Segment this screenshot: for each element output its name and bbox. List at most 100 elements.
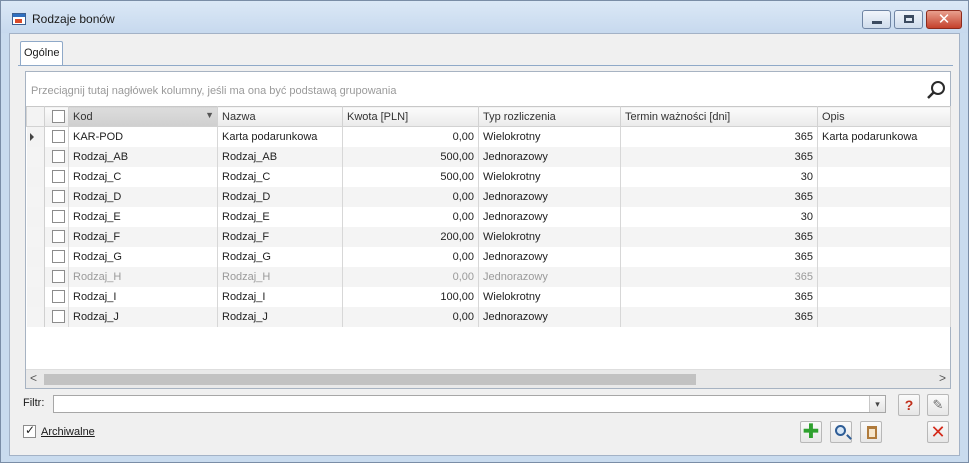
table-row-archived[interactable]: Rodzaj_H Rodzaj_H 0,00 Jednorazowy 365 [26, 266, 951, 287]
row-checkbox[interactable] [44, 226, 69, 247]
cell-opis [817, 306, 951, 327]
filter-label: Filtr: [23, 397, 45, 409]
table-row[interactable]: Rodzaj_D Rodzaj_D 0,00 Jednorazowy 365 [26, 186, 951, 207]
cell-termin: 365 [620, 286, 818, 307]
table-row[interactable]: KAR-POD Karta podarunkowa 0,00 Wielokrot… [26, 126, 951, 147]
cell-typ: Jednorazowy [478, 246, 621, 267]
search-icon[interactable] [926, 80, 946, 100]
close-icon: ✕ [937, 11, 951, 28]
cell-typ: Jednorazowy [478, 186, 621, 207]
table-row[interactable]: Rodzaj_C Rodzaj_C 500,00 Wielokrotny 30 [26, 166, 951, 187]
close-window-button[interactable]: ✕ [926, 10, 962, 29]
cell-opis [817, 246, 951, 267]
cell-kwota: 0,00 [342, 266, 479, 287]
cancel-button[interactable]: ✕ [927, 421, 949, 443]
row-checkbox[interactable] [44, 126, 69, 147]
row-checkbox[interactable] [44, 166, 69, 187]
row-checkbox[interactable] [44, 146, 69, 167]
cell-opis [817, 226, 951, 247]
table-row[interactable]: Rodzaj_J Rodzaj_J 0,00 Jednorazowy 365 [26, 306, 951, 327]
cell-termin: 365 [620, 186, 818, 207]
cell-nazwa: Rodzaj_H [217, 266, 343, 287]
column-header-opis[interactable]: Opis [817, 106, 951, 127]
trash-icon [867, 426, 877, 439]
window-title: Rodzaje bonów [32, 12, 115, 26]
row-pointer-icon [29, 132, 34, 141]
cell-termin: 30 [620, 166, 818, 187]
column-header-kwota[interactable]: Kwota [PLN] [342, 106, 479, 127]
row-checkbox[interactable] [44, 266, 69, 287]
cell-typ: Jednorazowy [478, 306, 621, 327]
archiwalne-checkbox[interactable]: ✓ Archiwalne [23, 423, 95, 438]
horizontal-scrollbar[interactable]: < > [26, 369, 950, 388]
cell-kod: KAR-POD [68, 126, 218, 147]
cell-nazwa: Rodzaj_G [217, 246, 343, 267]
select-all-checkbox[interactable] [44, 106, 69, 127]
table-row[interactable]: Rodzaj_F Rodzaj_F 200,00 Wielokrotny 365 [26, 226, 951, 247]
column-header-kod[interactable]: Kod ▼ [68, 106, 218, 127]
cell-typ: Wielokrotny [478, 286, 621, 307]
delete-button[interactable] [860, 421, 882, 443]
cell-kwota: 0,00 [342, 186, 479, 207]
cell-termin: 365 [620, 306, 818, 327]
row-checkbox[interactable] [44, 246, 69, 267]
scroll-thumb[interactable] [44, 374, 696, 385]
cell-opis [817, 286, 951, 307]
rodzaje-bonow-window: Rodzaje bonów ✕ Ogólne Przeciągnij tutaj… [0, 0, 969, 463]
title-bar[interactable]: Rodzaje bonów ✕ [1, 1, 968, 33]
filter-builder-button[interactable]: ✎ [927, 394, 949, 416]
column-header-typ[interactable]: Typ rozliczenia [478, 106, 621, 127]
cell-kwota: 0,00 [342, 246, 479, 267]
filter-help-button[interactable]: ? [898, 394, 920, 416]
add-button[interactable]: ✚ [800, 421, 822, 443]
cell-kwota: 100,00 [342, 286, 479, 307]
table-row[interactable]: Rodzaj_G Rodzaj_G 0,00 Jednorazowy 365 [26, 246, 951, 267]
cell-typ: Wielokrotny [478, 166, 621, 187]
cell-kod: Rodzaj_D [68, 186, 218, 207]
column-header-termin[interactable]: Termin ważności [dni] [620, 106, 818, 127]
question-icon: ? [904, 397, 914, 413]
group-by-hint: Przeciągnij tutaj nagłówek kolumny, jeśl… [31, 85, 397, 97]
current-row-indicator [26, 126, 45, 147]
group-by-area[interactable]: Przeciągnij tutaj nagłówek kolumny, jeśl… [26, 72, 950, 106]
filter-dropdown-icon[interactable]: ▾ [869, 396, 885, 412]
row-checkbox[interactable] [44, 306, 69, 327]
cell-kwota: 500,00 [342, 146, 479, 167]
minimize-button[interactable] [862, 10, 891, 29]
cell-nazwa: Rodzaj_C [217, 166, 343, 187]
cell-kwota: 0,00 [342, 126, 479, 147]
wrench-icon: ✎ [932, 397, 944, 412]
cell-termin: 365 [620, 146, 818, 167]
filter-funnel-icon[interactable]: ▼ [205, 110, 214, 120]
tab-label: Ogólne [24, 47, 60, 59]
plus-icon: ✚ [802, 421, 820, 443]
cell-kwota: 500,00 [342, 166, 479, 187]
table-row[interactable]: Rodzaj_I Rodzaj_I 100,00 Wielokrotny 365 [26, 286, 951, 307]
header-row: Kod ▼ Nazwa Kwota [PLN] Typ rozliczenia T… [26, 106, 951, 127]
table-row[interactable]: Rodzaj_AB Rodzaj_AB 500,00 Jednorazowy 3… [26, 146, 951, 167]
cell-kod: Rodzaj_J [68, 306, 218, 327]
cell-nazwa: Rodzaj_J [217, 306, 343, 327]
minimize-icon [872, 21, 882, 24]
cell-kod: Rodzaj_H [68, 266, 218, 287]
row-checkbox[interactable] [44, 186, 69, 207]
row-checkbox[interactable] [44, 286, 69, 307]
cell-termin: 365 [620, 126, 818, 147]
tab-ogolne[interactable]: Ogólne [20, 41, 63, 65]
archiwalne-box[interactable]: ✓ [23, 423, 36, 438]
scroll-left-icon[interactable]: < [30, 371, 37, 385]
tab-divider [18, 65, 953, 66]
view-button[interactable] [830, 421, 852, 443]
cell-kod: Rodzaj_E [68, 206, 218, 227]
dialog-body: Ogólne Przeciągnij tutaj nagłówek kolumn… [9, 33, 960, 456]
cell-nazwa: Rodzaj_AB [217, 146, 343, 167]
column-header-nazwa[interactable]: Nazwa [217, 106, 343, 127]
table-row[interactable]: Rodzaj_E Rodzaj_E 0,00 Jednorazowy 30 [26, 206, 951, 227]
maximize-button[interactable] [894, 10, 923, 29]
filter-input[interactable]: ▾ [53, 395, 886, 413]
scroll-right-icon[interactable]: > [939, 371, 946, 385]
row-checkbox[interactable] [44, 206, 69, 227]
archiwalne-label[interactable]: Archiwalne [41, 426, 95, 438]
cell-opis [817, 146, 951, 167]
cell-typ: Jednorazowy [478, 206, 621, 227]
